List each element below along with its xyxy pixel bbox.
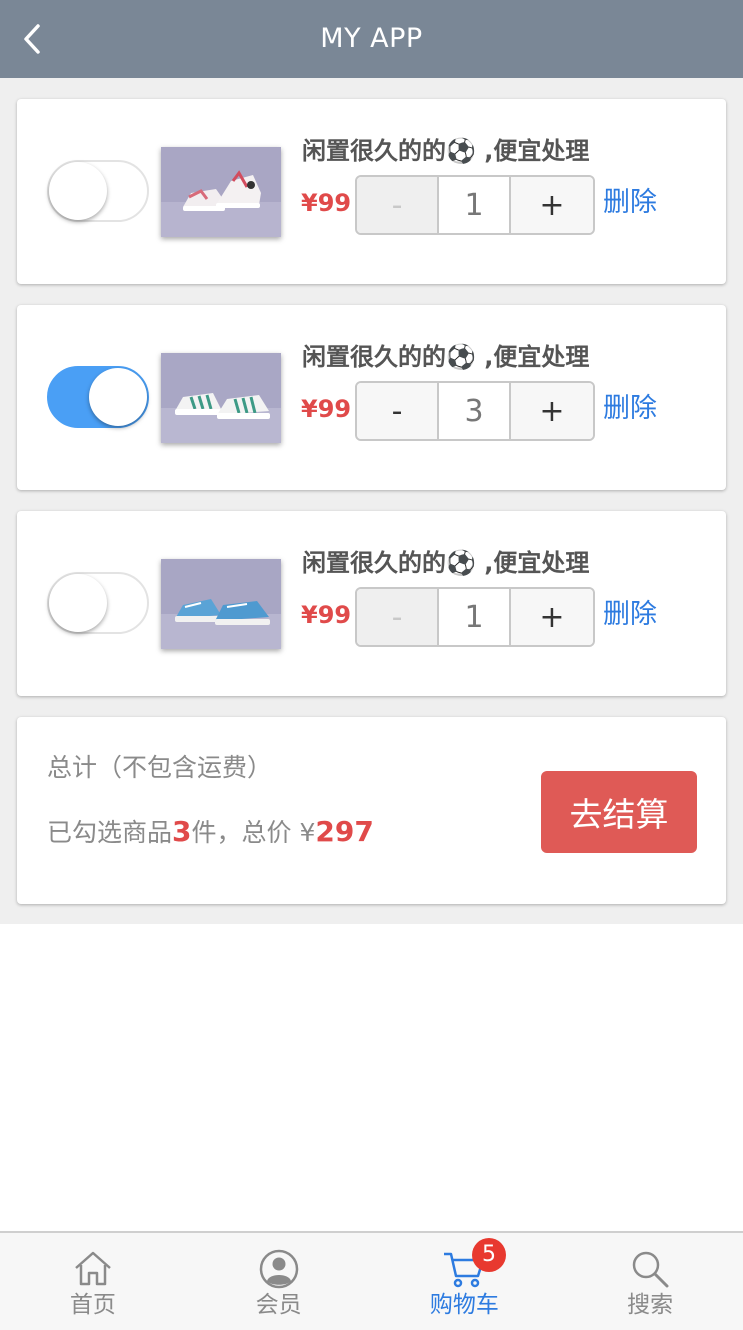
summary-label: 总计（不包含运费） xyxy=(47,753,273,782)
toggle-knob xyxy=(89,368,147,426)
product-image[interactable] xyxy=(161,559,281,649)
delete-link[interactable]: 删除 xyxy=(603,597,657,633)
quantity-value[interactable]: 1 xyxy=(439,177,509,233)
cart-item: 闲置很久的的⚽ ,便宜处理 ¥99 - 1 + 删除 xyxy=(17,99,726,284)
tab-label: 首页 xyxy=(69,1292,116,1318)
app-header: MY APP xyxy=(0,0,743,78)
cart-item: 闲置很久的的⚽ ,便宜处理 ¥99 - 3 + 删除 xyxy=(17,305,726,490)
toggle-knob xyxy=(49,574,107,632)
selected-prefix: 已勾选商品 xyxy=(47,818,173,847)
decrease-button[interactable]: - xyxy=(357,383,439,439)
product-price: ¥99 xyxy=(301,395,352,423)
cart-summary: 总计（不包含运费） 已勾选商品3件，总价 ¥297 去结算 xyxy=(17,717,726,904)
tab-bar: 首页 会员 购物车 搜索 5 xyxy=(0,1231,743,1330)
selected-suffix: 件，总价 ¥ xyxy=(191,818,316,847)
select-toggle[interactable] xyxy=(47,366,149,428)
select-toggle[interactable] xyxy=(47,572,149,634)
increase-button[interactable]: + xyxy=(509,383,593,439)
quantity-value[interactable]: 1 xyxy=(439,589,509,645)
select-toggle[interactable] xyxy=(47,160,149,222)
quantity-value[interactable]: 3 xyxy=(439,383,509,439)
product-name[interactable]: 闲置很久的的⚽ ,便宜处理 xyxy=(302,135,589,167)
toggle-knob xyxy=(49,162,107,220)
product-name[interactable]: 闲置很久的的⚽ ,便宜处理 xyxy=(302,547,589,579)
tab-label: 购物车 xyxy=(429,1292,499,1318)
quantity-stepper: - 3 + xyxy=(355,381,595,441)
cart-count-badge: 5 xyxy=(472,1238,506,1272)
increase-button[interactable]: + xyxy=(509,177,593,233)
product-image[interactable] xyxy=(161,147,281,237)
quantity-stepper: - 1 + xyxy=(355,175,595,235)
tab-cart[interactable]: 购物车 xyxy=(372,1233,558,1330)
product-price: ¥99 xyxy=(301,189,352,217)
home-icon xyxy=(75,1251,111,1286)
page-title: MY APP xyxy=(320,23,423,54)
total-price: 297 xyxy=(315,815,374,848)
cart-content: 闲置很久的的⚽ ,便宜处理 ¥99 - 1 + 删除 闲置很久的的⚽ ,便宜处理… xyxy=(0,78,743,924)
tab-label: 搜索 xyxy=(627,1292,674,1318)
product-price: ¥99 xyxy=(301,601,352,629)
tab-member[interactable]: 会员 xyxy=(186,1233,372,1330)
search-icon xyxy=(632,1251,669,1288)
tab-home[interactable]: 首页 xyxy=(0,1233,186,1330)
summary-totals: 已勾选商品3件，总价 ¥297 xyxy=(47,815,374,850)
selected-count: 3 xyxy=(172,815,192,848)
delete-link[interactable]: 删除 xyxy=(603,185,657,221)
tab-search[interactable]: 搜索 xyxy=(557,1233,743,1330)
decrease-button[interactable]: - xyxy=(357,589,439,645)
quantity-stepper: - 1 + xyxy=(355,587,595,647)
delete-link[interactable]: 删除 xyxy=(603,391,657,427)
user-icon xyxy=(259,1249,298,1289)
decrease-button[interactable]: - xyxy=(357,177,439,233)
tab-label: 会员 xyxy=(255,1292,302,1318)
checkout-button[interactable]: 去结算 xyxy=(541,771,697,853)
increase-button[interactable]: + xyxy=(509,589,593,645)
product-name[interactable]: 闲置很久的的⚽ ,便宜处理 xyxy=(302,341,589,373)
cart-item: 闲置很久的的⚽ ,便宜处理 ¥99 - 1 + 删除 xyxy=(17,511,726,696)
product-image[interactable] xyxy=(161,353,281,443)
